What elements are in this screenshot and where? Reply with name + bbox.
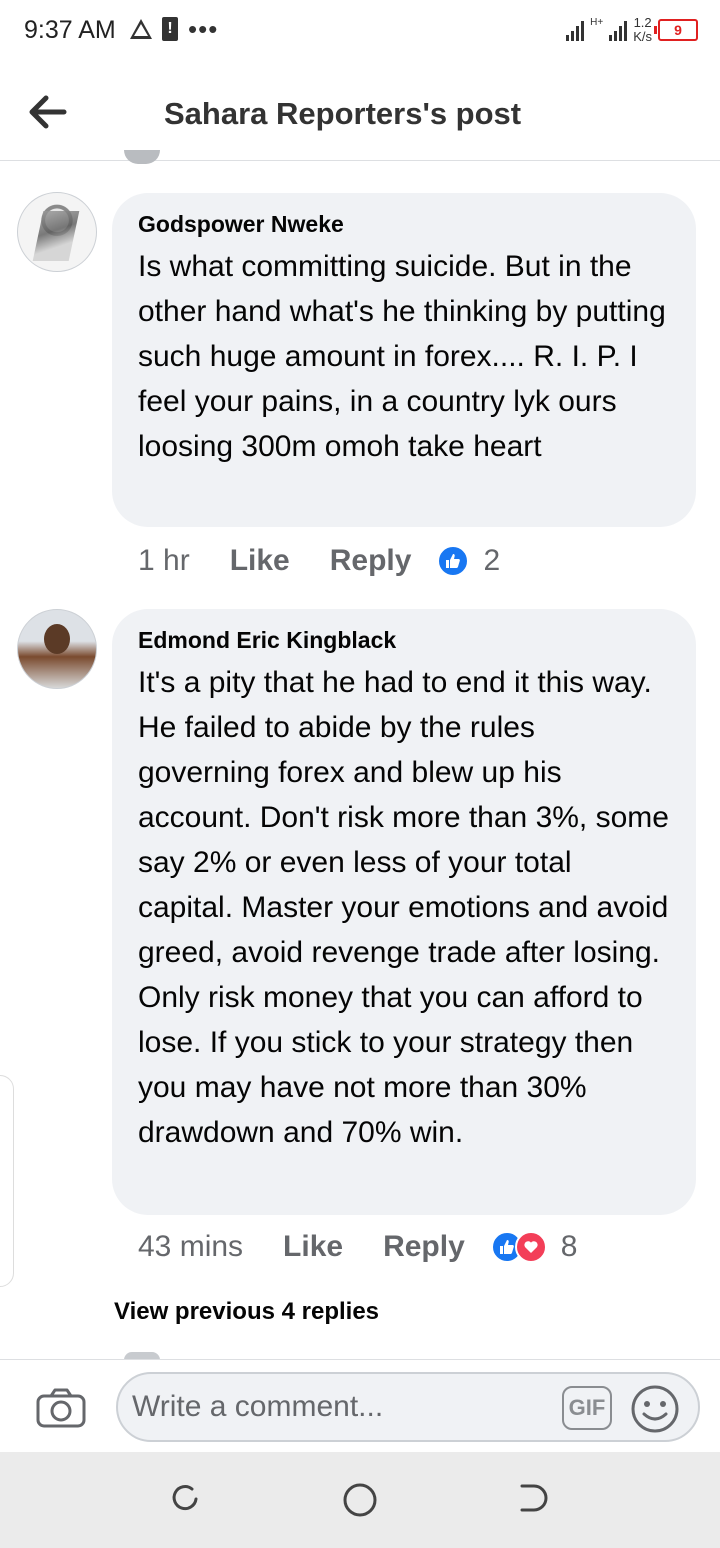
camera-button[interactable] [36, 1388, 86, 1433]
sim-alert-icon: ! [162, 17, 178, 41]
like-reaction-icon [437, 545, 470, 577]
speed-value: 1.2 [633, 15, 652, 30]
comment-composer: GIF [0, 1359, 720, 1452]
comment-actions: 1 hr Like Reply 2 [138, 544, 500, 578]
camera-icon [36, 1388, 86, 1428]
comment-bubble[interactable]: Godspower Nweke Is what committing suici… [112, 193, 696, 527]
like-button[interactable]: Like [230, 544, 290, 578]
post-header: Sahara Reporters's post [0, 64, 720, 161]
status-system-icons: H+ 1.2 K/s 9 [566, 16, 698, 44]
avatar[interactable] [17, 192, 97, 272]
comment-timestamp[interactable]: 43 mins [138, 1230, 243, 1264]
comment-bubble[interactable]: Edmond Eric Kingblack It's a pity that h… [112, 609, 696, 1215]
home-circle-icon [343, 1483, 377, 1517]
view-previous-replies-link[interactable]: View previous 4 replies [114, 1298, 379, 1326]
emoji-button[interactable] [630, 1384, 680, 1439]
back-button[interactable] [28, 94, 68, 130]
signal-strength-icon [566, 19, 585, 41]
reaction-count: 8 [560, 1230, 578, 1263]
status-notification-icons: ! ••• [130, 14, 219, 44]
avatar[interactable] [17, 609, 97, 689]
comment-input[interactable] [116, 1372, 700, 1442]
signal-strength-icon-2 [609, 19, 628, 41]
system-navigation-bar [0, 1452, 720, 1548]
status-time: 9:37 AM [24, 16, 116, 44]
battery-icon: 9 [654, 19, 698, 41]
reply-button[interactable]: Reply [330, 544, 412, 578]
more-notifications-icon: ••• [188, 14, 219, 44]
like-button[interactable]: Like [283, 1230, 343, 1264]
warning-icon [130, 19, 152, 39]
comment-author[interactable]: Godspower Nweke [138, 211, 672, 238]
status-bar: 9:37 AM ! ••• H+ 1.2 K/s 9 [0, 0, 720, 64]
reaction-count: 2 [483, 544, 501, 577]
smiley-icon [631, 1385, 679, 1433]
reply-button[interactable]: Reply [383, 1230, 465, 1264]
love-reaction-icon [514, 1231, 547, 1263]
recents-icon [172, 1485, 198, 1511]
back-nav-icon [520, 1484, 548, 1512]
reactions-summary[interactable]: 8 [490, 1230, 578, 1264]
avatar [124, 150, 160, 164]
speed-unit: K/s [633, 29, 652, 44]
side-panel-handle[interactable] [0, 1075, 14, 1287]
comment-timestamp[interactable]: 1 hr [138, 544, 190, 578]
gif-button[interactable]: GIF [562, 1386, 612, 1430]
page-title: Sahara Reporters's post [164, 96, 522, 131]
comment-author[interactable]: Edmond Eric Kingblack [138, 627, 672, 654]
recents-button[interactable] [170, 1482, 202, 1519]
home-button[interactable] [342, 1482, 378, 1523]
network-speed: 1.2 K/s [633, 16, 652, 44]
comment-text: Is what committing suicide. But in the o… [138, 250, 666, 463]
comment-actions: 43 mins Like Reply 8 [138, 1230, 577, 1264]
comment-text: It's a pity that he had to end it this w… [138, 666, 669, 1149]
arrow-left-icon [29, 95, 67, 129]
back-nav-button[interactable] [516, 1482, 550, 1519]
network-type-label: H+ [590, 16, 604, 28]
reactions-summary[interactable]: 2 [437, 544, 500, 578]
